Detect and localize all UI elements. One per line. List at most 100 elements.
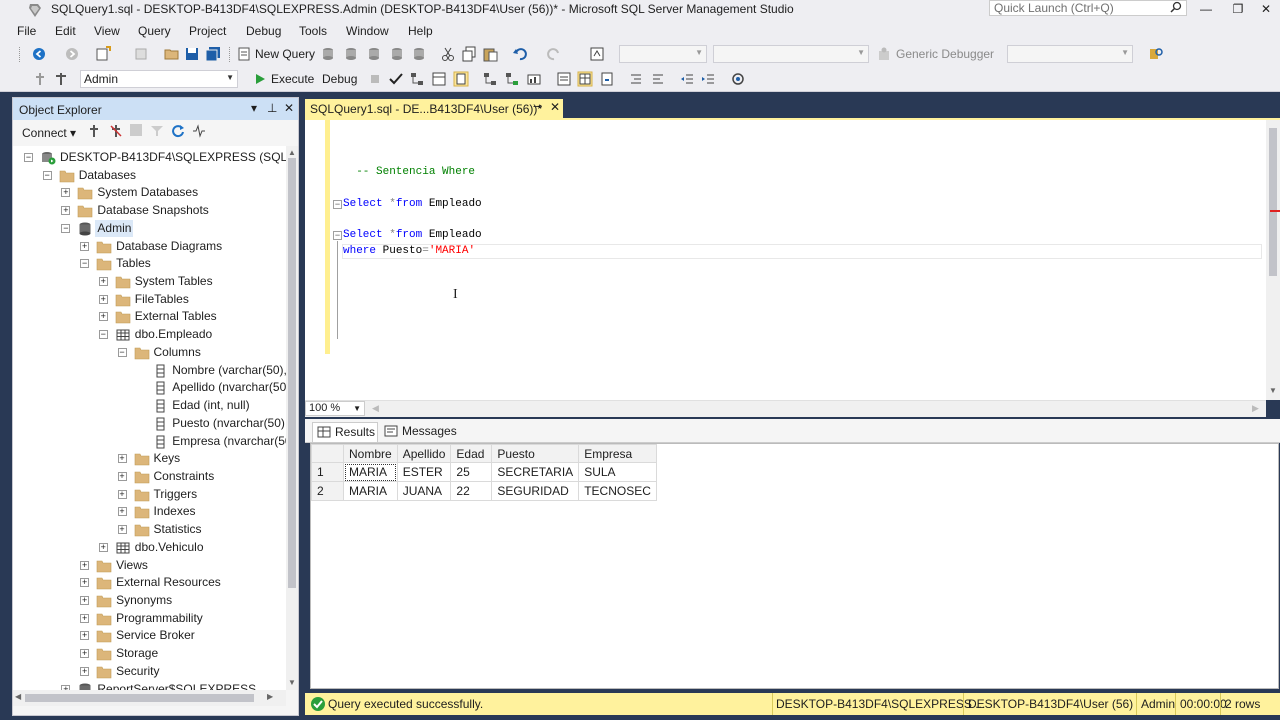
filter-icon[interactable] <box>150 124 164 138</box>
collapse-icon[interactable]: − <box>117 347 127 357</box>
object-explorer-horizontal-scrollbar[interactable]: ◀ ▶ <box>13 690 286 706</box>
disconnect-icon[interactable] <box>109 124 123 138</box>
tree-node[interactable]: − Columns <box>13 344 286 361</box>
connect-button[interactable]: Connect ▾ <box>22 126 76 140</box>
expand-icon[interactable]: + <box>98 294 108 304</box>
tree-node[interactable]: + Triggers <box>13 486 286 503</box>
tree-node[interactable]: + Keys <box>13 450 286 467</box>
tree-node[interactable]: Empresa (nvarchar(50 <box>13 433 286 450</box>
table-cell[interactable]: 25 <box>450 462 493 482</box>
tree-node[interactable]: + Database Diagrams <box>13 238 286 255</box>
scroll-left-icon[interactable]: ◀ <box>15 692 21 701</box>
solution-explorer-icon[interactable] <box>589 46 605 62</box>
debug-button[interactable]: Debug <box>322 72 357 86</box>
cancel-query-icon[interactable] <box>367 71 383 87</box>
redo-icon[interactable] <box>546 46 562 62</box>
expand-icon[interactable]: + <box>80 578 90 588</box>
minimize-button[interactable]: — <box>1190 0 1222 20</box>
quick-launch-input[interactable]: Quick Launch (Ctrl+Q) <box>989 0 1187 16</box>
paste-icon[interactable] <box>482 46 498 62</box>
menu-query[interactable]: Query <box>138 24 171 38</box>
plug-icon[interactable] <box>87 124 101 138</box>
collapse-icon[interactable]: − <box>61 223 71 233</box>
expand-icon[interactable]: + <box>61 188 71 198</box>
refresh-icon[interactable] <box>171 124 185 138</box>
generic-debugger-button[interactable]: Generic Debugger <box>896 47 994 61</box>
decrease-indent-icon[interactable] <box>679 71 695 87</box>
live-stats-icon[interactable] <box>504 71 520 87</box>
expand-icon[interactable]: + <box>117 507 127 517</box>
tree-node[interactable]: + Security <box>13 663 286 680</box>
collapse-icon[interactable]: − <box>80 259 90 269</box>
back-icon[interactable] <box>31 46 47 62</box>
panel-menu-icon[interactable]: ▾ <box>251 101 257 115</box>
scroll-up-icon[interactable]: ▲ <box>288 148 296 157</box>
table-cell[interactable]: MARIA <box>343 481 398 501</box>
solution-config-combo[interactable]: ▼ <box>619 45 707 63</box>
scroll-right-icon[interactable]: ▶ <box>1252 403 1259 414</box>
expand-icon[interactable]: + <box>80 666 90 676</box>
expand-icon[interactable]: + <box>80 649 90 659</box>
tree-node[interactable]: + ReportServer$SQLEXPRESS <box>13 681 286 690</box>
undo-icon[interactable] <box>512 46 528 62</box>
table-cell[interactable]: TECNOSEC <box>578 481 657 501</box>
increase-indent-icon[interactable] <box>700 71 716 87</box>
tree-node[interactable]: + Constraints <box>13 468 286 485</box>
tree-node[interactable]: + Synonyms <box>13 592 286 609</box>
menu-tools[interactable]: Tools <box>299 24 327 38</box>
pin-icon[interactable]: ⊥ <box>267 101 277 115</box>
tab-messages[interactable]: Messages <box>380 422 460 442</box>
forward-icon[interactable] <box>64 46 80 62</box>
client-stats-icon[interactable] <box>526 71 542 87</box>
tree-node[interactable]: + Programmability <box>13 610 286 627</box>
tree-node[interactable]: Nombre (varchar(50), <box>13 362 286 379</box>
tree-node[interactable]: − Admin <box>13 219 286 237</box>
tab-pin-icon[interactable]: ⊸ <box>533 100 542 113</box>
menu-file[interactable]: File <box>17 24 36 38</box>
save-icon[interactable] <box>184 46 200 62</box>
new-query-icon[interactable] <box>236 46 252 62</box>
new-query-button[interactable]: New Query <box>255 47 315 61</box>
table-row[interactable]: 1 MARIA ESTER 25 SECRETARIA SULA <box>311 462 657 482</box>
collapse-icon[interactable]: − <box>24 153 33 162</box>
tree-node[interactable]: − Tables <box>13 255 286 272</box>
tree-node[interactable]: + Database Snapshots <box>13 202 286 219</box>
expand-icon[interactable]: + <box>80 613 90 623</box>
scroll-thumb[interactable] <box>288 158 296 588</box>
scroll-thumb[interactable] <box>25 694 254 702</box>
comment-out-icon[interactable] <box>628 71 644 87</box>
scroll-down-icon[interactable]: ▼ <box>1269 386 1277 395</box>
expand-icon[interactable]: + <box>98 542 108 552</box>
tree-node[interactable]: + System Tables <box>13 273 286 290</box>
database-engine-query-icon[interactable] <box>320 46 336 62</box>
activity-monitor-icon[interactable] <box>192 124 206 138</box>
tab-results[interactable]: Results <box>312 422 378 442</box>
row-number[interactable]: 2 <box>311 481 344 501</box>
tree-node[interactable]: + FileTables <box>13 291 286 308</box>
results-to-file-icon[interactable] <box>599 71 615 87</box>
fold-toggle-icon[interactable]: − <box>333 231 342 240</box>
debug-target-combo[interactable]: ▼ <box>1007 45 1133 63</box>
row-number-header[interactable] <box>311 444 344 463</box>
execute-icon[interactable] <box>252 71 268 87</box>
expand-icon[interactable]: + <box>117 471 127 481</box>
dmx-query-icon[interactable] <box>389 46 405 62</box>
platform-combo[interactable]: ▼ <box>713 45 869 63</box>
results-grid[interactable]: Nombre Apellido Edad Puesto Empresa 1 MA… <box>310 443 1279 689</box>
object-explorer-vertical-scrollbar[interactable]: ▲ ▼ <box>286 146 298 690</box>
query-designer-icon[interactable] <box>431 71 447 87</box>
scroll-left-icon[interactable]: ◀ <box>372 403 379 414</box>
expand-icon[interactable]: + <box>80 560 90 570</box>
tree-node[interactable]: + Indexes <box>13 503 286 520</box>
connect-icon[interactable] <box>32 71 48 87</box>
available-databases-combo[interactable]: Admin ▼ <box>80 70 238 88</box>
copy-icon[interactable] <box>461 46 477 62</box>
debugger-icon[interactable] <box>876 46 892 62</box>
menu-project[interactable]: Project <box>189 24 226 38</box>
results-to-text-icon[interactable] <box>556 71 572 87</box>
tab-sqlquery1[interactable]: SQLQuery1.sql - DE...B413DF4\User (56))*… <box>305 99 563 118</box>
find-icon[interactable] <box>1148 46 1164 62</box>
tree-node[interactable]: Apellido (nvarchar(50 <box>13 379 286 396</box>
collapse-icon[interactable]: − <box>42 170 52 180</box>
tree-node[interactable]: + System Databases <box>13 184 286 201</box>
